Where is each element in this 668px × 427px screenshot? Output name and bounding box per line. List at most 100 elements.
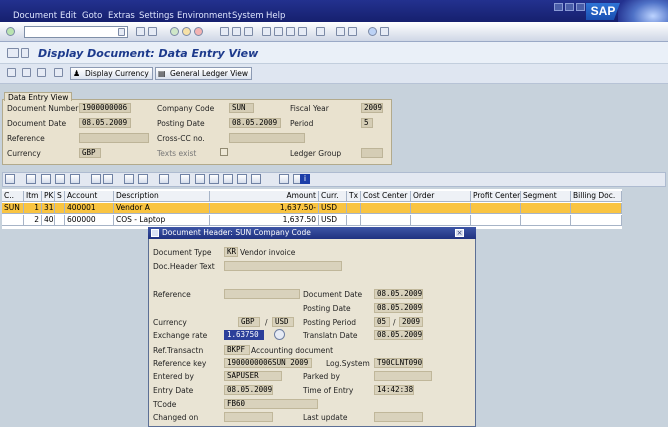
changed-on-field[interactable] [224, 412, 273, 422]
other-document-icon[interactable] [22, 68, 31, 77]
document-menu-icon[interactable] [21, 48, 29, 58]
display-overview-icon[interactable] [37, 68, 46, 77]
period-field[interactable]: 5 [361, 118, 373, 128]
menu-extras[interactable]: Extras [108, 11, 135, 21]
back-arrow-icon[interactable] [136, 27, 145, 36]
log-system-field[interactable]: T90CLNT090 [374, 358, 423, 368]
doc-header-text-field[interactable] [224, 261, 342, 271]
ledger-group-field[interactable] [361, 148, 383, 158]
document-icon[interactable] [7, 48, 19, 58]
cell-account[interactable]: 600000 [65, 215, 114, 226]
posting-period-field[interactable]: 05 [374, 317, 390, 327]
translatn-date-field[interactable]: 08.05.2009 [374, 330, 423, 340]
customize-layout-icon[interactable] [380, 27, 389, 36]
parked-by-field[interactable] [374, 371, 432, 381]
last-update-field[interactable] [374, 412, 423, 422]
reference-key-field[interactable]: 1900000006SUN 2009 [224, 358, 312, 368]
menu-goto[interactable]: Goto [82, 11, 102, 21]
time-of-entry-field[interactable]: 14:42:38 [374, 385, 414, 395]
col-posting-key[interactable]: PK [42, 191, 55, 202]
maximize-icon[interactable] [565, 3, 574, 11]
total-icon[interactable] [124, 174, 134, 184]
last-page-icon[interactable] [298, 27, 307, 36]
posting-date-field[interactable]: 08.05.2009 [229, 118, 281, 128]
word-processing-icon[interactable] [195, 174, 205, 184]
fiscal-year-field[interactable]: 2009 [361, 103, 383, 113]
exchange-rate-field[interactable]: 1.63750 [224, 330, 264, 340]
create-shortcut-icon[interactable] [336, 27, 345, 36]
general-ledger-view-button[interactable]: ▤ General Ledger View [155, 67, 253, 80]
exit-icon[interactable] [182, 27, 191, 36]
export-icon[interactable] [180, 174, 190, 184]
texts-exist-checkbox[interactable] [220, 148, 228, 156]
cross-cc-field[interactable] [229, 133, 305, 143]
save-icon[interactable] [148, 27, 157, 36]
menu-help[interactable]: Help [266, 11, 285, 21]
menu-document[interactable]: Document [13, 11, 57, 21]
popup-reference-field[interactable] [224, 289, 300, 299]
subtotal-icon[interactable] [138, 174, 148, 184]
menu-environment[interactable]: Environment [177, 11, 231, 21]
cancel-icon[interactable] [194, 27, 203, 36]
col-billing-doc[interactable]: Billing Doc. [571, 191, 622, 202]
sort-ascending-icon[interactable] [41, 174, 51, 184]
taxes-icon[interactable] [54, 68, 63, 77]
entered-by-field[interactable]: SAPUSER [224, 371, 282, 381]
currency-field[interactable]: GBP [79, 148, 101, 158]
find-next-icon[interactable] [244, 27, 253, 36]
col-amount[interactable]: Amount [210, 191, 319, 202]
help-icon[interactable] [368, 27, 377, 36]
mail-icon[interactable] [237, 174, 247, 184]
tcode-field[interactable]: FB60 [224, 399, 318, 409]
menu-system[interactable]: System [232, 11, 264, 21]
col-profit-center[interactable]: Profit Center [471, 191, 521, 202]
ref-transactn-field[interactable]: BKPF [224, 345, 250, 355]
document-type-field[interactable]: KR [224, 247, 238, 257]
change-layout-icon[interactable] [279, 174, 289, 184]
popup-document-date-field[interactable]: 08.05.2009 [374, 289, 423, 299]
col-description[interactable]: Description [114, 191, 210, 202]
col-special-gl[interactable]: S [55, 191, 65, 202]
dialog-title-bar[interactable]: Document Header: SUN Company Code [148, 227, 476, 239]
info-icon[interactable]: i [300, 174, 310, 184]
col-cost-center[interactable]: Cost Center [361, 191, 411, 202]
popup-currency-field[interactable]: GBP [238, 317, 260, 327]
dialog-close-icon[interactable]: × [455, 229, 464, 237]
reference-field[interactable] [79, 133, 149, 143]
find-icon[interactable] [70, 174, 80, 184]
sort-descending-icon[interactable] [55, 174, 65, 184]
menu-settings[interactable]: Settings [139, 11, 174, 21]
col-segment[interactable]: Segment [521, 191, 571, 202]
cell-account[interactable]: 400001 [65, 203, 114, 214]
entry-date-field[interactable]: 08.05.2009 [224, 385, 273, 395]
document-number-field[interactable]: 1900000006 [79, 103, 131, 113]
first-page-icon[interactable] [262, 27, 271, 36]
details-icon[interactable] [5, 174, 15, 184]
layout-icon[interactable] [348, 27, 357, 36]
col-currency[interactable]: Curr. [319, 191, 347, 202]
abc-analysis-icon[interactable] [251, 174, 261, 184]
print-preview-icon[interactable] [159, 174, 169, 184]
popup-posting-date-field[interactable]: 08.05.2009 [374, 303, 423, 313]
filter-icon[interactable] [91, 174, 101, 184]
local-file-icon[interactable] [223, 174, 233, 184]
print-icon[interactable] [220, 27, 229, 36]
find-icon[interactable] [232, 27, 241, 36]
command-dropdown-icon[interactable] [118, 28, 125, 36]
col-order[interactable]: Order [411, 191, 471, 202]
choose-icon[interactable] [26, 174, 36, 184]
previous-page-icon[interactable] [274, 27, 283, 36]
new-session-icon[interactable] [316, 27, 325, 36]
col-account[interactable]: Account [65, 191, 114, 202]
posting-year-field[interactable]: 2009 [399, 317, 423, 327]
filter-menu-icon[interactable] [103, 174, 113, 184]
change-pencil-icon[interactable] [7, 68, 16, 77]
next-page-icon[interactable] [286, 27, 295, 36]
popup-currency2-field[interactable]: USD [272, 317, 294, 327]
command-field[interactable] [24, 26, 128, 38]
col-company[interactable]: C.. [2, 191, 24, 202]
col-item[interactable]: Itm [24, 191, 42, 202]
exchange-rate-info-icon[interactable] [274, 329, 285, 340]
enter-icon[interactable] [6, 27, 15, 36]
spreadsheet-icon[interactable] [209, 174, 219, 184]
